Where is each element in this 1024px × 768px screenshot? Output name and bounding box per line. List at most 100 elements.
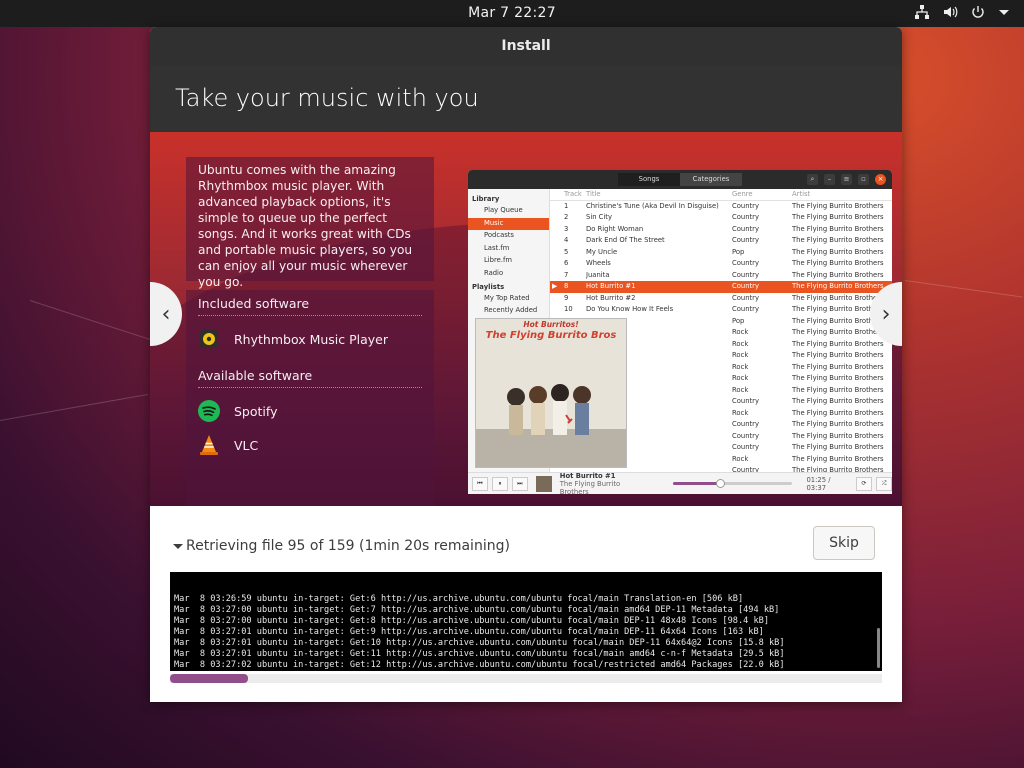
minimize-icon: – [824,174,835,185]
skip-button[interactable]: Skip [813,526,875,560]
cell-genre: Country [732,259,760,267]
table-row: 5 My Uncle Pop The Flying Burrito Brothers [550,247,892,259]
search-icon: ⌕ [807,174,818,185]
pause-icon: ⏸ [491,476,508,491]
rhythmbox-tabs: Songs Categories [618,173,742,186]
wallpaper-streak [29,300,164,345]
power-icon[interactable] [970,4,986,20]
cell-genre: Rock [732,351,749,359]
cell-genre: Rock [732,328,749,336]
horizontal-scrollbar-thumb[interactable] [170,674,249,683]
playing-indicator-icon [550,293,562,305]
rhythmbox-icon [198,328,220,350]
software-item-spotify: Spotify [198,394,422,428]
library-label: Library [472,195,500,203]
cell-genre: Country [732,443,760,451]
cell-artist: The Flying Burrito Brothers [792,374,884,382]
cell-artist: The Flying Burrito Brothers [792,420,884,428]
slide-description: Ubuntu comes with the amazing Rhythmbox … [186,157,434,289]
album-band-name: The Flying Burrito Bros [485,330,617,341]
network-icon[interactable] [914,4,930,20]
column-genre: Genre [732,190,753,198]
included-software-label: Included software [198,294,422,316]
menu-arrow-icon[interactable] [998,4,1010,20]
cell-artist: The Flying Burrito Brothers [792,431,884,440]
table-header: Track Title Genre Artist [550,189,892,201]
cell-artist: The Flying Burrito Brothers [792,236,884,244]
terminal-scrollbar[interactable] [877,628,880,668]
cell-artist: The Flying Burrito Brothers [792,385,884,394]
wallpaper-streak [904,280,1023,298]
now-playing-artist: The Flying Burrito Brothers [559,479,621,495]
sidebar-item-play-queue: Play Queue [484,206,523,214]
cell-genre: Country [732,224,760,233]
top-bar: Mar 7 22:27 [0,0,1024,27]
cell-artist: The Flying Burrito Brothers [792,454,884,463]
sidebar-item-music: Music [468,217,549,231]
cell-genre: Country [732,420,760,428]
cell-genre: Country [732,431,760,440]
slide-heading: Take your music with you [150,65,902,132]
software-name: VLC [234,437,259,453]
volume-icon[interactable] [942,4,958,20]
cell-track: 9 [564,293,569,302]
playing-indicator-icon [550,235,562,247]
playlists-label: Playlists [472,282,505,291]
sidebar-item-librefm: Libre.fm [484,256,512,265]
menu-icon: ≡ [841,174,852,185]
shuffle-icon: ⤮ [876,476,892,491]
cell-genre: Pop [732,247,745,256]
cell-genre: Country [732,270,760,279]
cell-title: Hot Burrito #1 [586,282,636,290]
cell-artist: The Flying Burrito Brothers [792,351,884,359]
table-row: 4 Dark End Of The Street Country The Flying… [550,235,892,247]
cell-artist: The Flying Burrito Brothers [792,201,884,210]
horizontal-scrollbar[interactable] [170,674,882,683]
rhythmbox-screenshot: Songs Categories ⌕ – ≡ ▫ × Library Play … [468,170,892,494]
playing-indicator-icon [550,224,562,236]
cell-title: Do You Know How It Feels [586,305,674,313]
table-row: 7 Juanita Country The Flying Burrito Brothe… [550,270,892,282]
column-track: Track [564,190,582,198]
table-row: 3 Do Right Woman Country The Flying Burrito… [550,224,892,236]
rhythmbox-header: Songs Categories ⌕ – ≡ ▫ × [468,170,892,189]
log-line: Mar 8 03:27:01 ubuntu in-target: Get:10 … [174,638,785,648]
software-item-rhythmbox: Rhythmbox Music Player [198,322,422,356]
expander-arrow-icon [173,544,183,549]
repeat-icon: ⟳ [856,476,873,491]
close-icon: × [875,174,886,185]
cell-genre: Pop [732,316,745,325]
cell-track: 4 [564,236,569,244]
playing-indicator-icon [550,258,562,270]
table-row: 10 Do You Know How It Feels Country The Fly… [550,304,892,316]
sidebar-item-podcasts: Podcasts [484,231,514,240]
log-line: Mar 8 03:27:01 ubuntu in-target: Get:9 h… [174,627,764,637]
install-log-terminal[interactable]: Mar 8 03:26:59 ubuntu in-target: Get:6 h… [170,572,882,671]
playing-indicator-icon [550,212,562,224]
playing-indicator-icon [550,270,562,282]
cell-genre: Country [732,293,760,302]
rhythmbox-player-controls: ⏮ ⏸ ⏭ Hot Burrito #1 The Flying Burrito … [468,472,892,494]
details-expander[interactable]: Retrieving file 95 of 159 (1min 20s rema… [172,538,510,554]
table-row: ▶ 8 Hot Burrito #1 Country The Flying Burrit… [550,281,892,293]
cell-genre: Rock [732,362,749,371]
cell-title: Hot Burrito #2 [586,293,636,302]
cell-artist: The Flying Burrito Brothers [792,362,884,371]
cell-genre: Rock [732,408,749,417]
sidebar-item-recently-added: Recently Added [484,306,538,315]
cell-track: 8 [564,282,569,290]
cell-title: My Uncle [586,247,618,256]
log-line: Mar 8 03:27:00 ubuntu in-target: Get:8 h… [174,616,769,626]
clock[interactable]: Mar 7 22:27 [0,5,1024,21]
cell-genre: Country [732,236,760,244]
cell-artist: The Flying Burrito Brothers [792,282,884,290]
system-tray[interactable] [914,4,1010,20]
now-playing-title: Hot Burrito #1 [559,471,616,480]
cell-genre: Country [732,201,760,210]
seek-bar-fill [672,482,720,485]
cell-genre: Country [732,213,760,221]
rhythmbox-tab-categories: Categories [680,173,742,186]
cell-genre: Country [732,397,760,405]
chevron-right-icon: › [881,301,891,327]
seek-bar-handle [715,479,725,488]
